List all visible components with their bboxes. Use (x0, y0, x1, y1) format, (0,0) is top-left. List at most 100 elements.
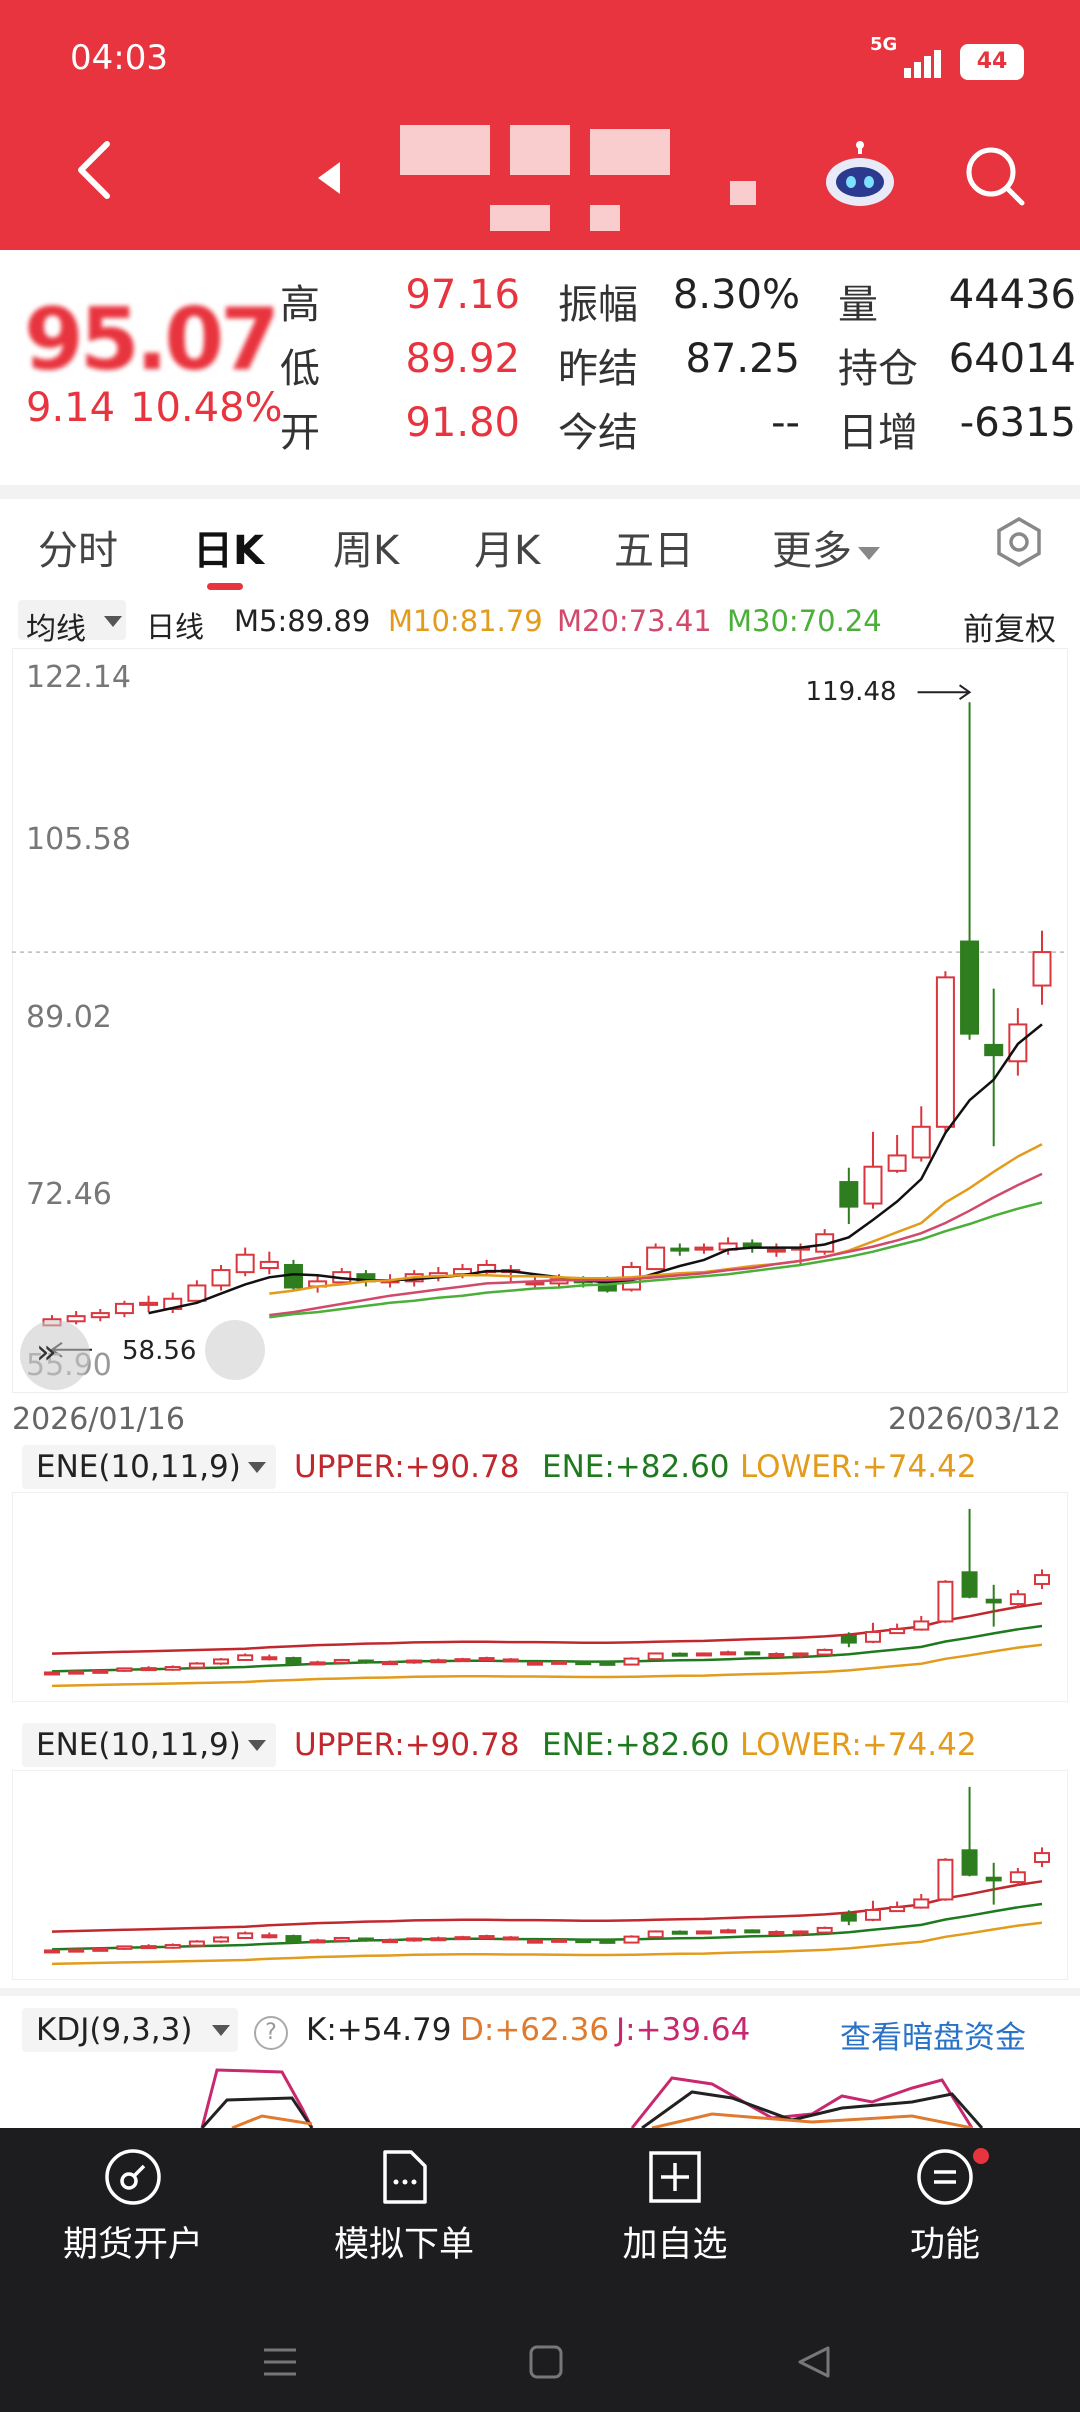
candle-body (792, 1652, 809, 1657)
candle (356, 1270, 376, 1287)
quote-value-prev-settle: 87.25 (685, 336, 800, 382)
candle (333, 1936, 350, 1942)
candle (744, 1929, 761, 1934)
candle-body (309, 1661, 326, 1666)
indicator-selector-button[interactable]: ENE(10,11,9) (22, 1723, 276, 1767)
quote-label-low: 低 (280, 346, 320, 392)
quote-value-open-interest: 64014 (948, 336, 1076, 382)
tab-five-day[interactable]: 五日 (614, 518, 694, 576)
candle-body (357, 1659, 374, 1664)
candle (526, 1939, 543, 1944)
nav-functions[interactable]: 功能 (845, 2148, 1045, 2267)
candle (66, 1311, 86, 1325)
candle (744, 1651, 761, 1656)
candle (985, 1584, 1002, 1627)
nav-add-watchlist[interactable]: 加自选 (575, 2148, 775, 2267)
prev-contract-arrow-icon[interactable] (318, 162, 340, 194)
quote-label-settle: 今结 (558, 410, 638, 456)
candle (68, 1670, 85, 1675)
candle-body (92, 1669, 109, 1674)
candle (671, 1652, 688, 1657)
candle-body (768, 1653, 785, 1657)
candle (478, 1656, 495, 1662)
candle-body (68, 1670, 85, 1675)
candle (92, 1669, 109, 1674)
back-nav-icon[interactable] (796, 2344, 832, 2380)
candle (935, 971, 955, 1132)
chart-corner-button[interactable] (205, 1320, 265, 1380)
candle-body (526, 1939, 543, 1944)
candle-body (357, 1937, 374, 1942)
candle-body (478, 1657, 495, 1662)
back-icon[interactable] (75, 140, 115, 200)
quote-value-open: 91.80 (405, 400, 520, 446)
dark-pool-funds-link[interactable]: 查看暗盘资金 (840, 2012, 1026, 2057)
ene-chart-2[interactable] (12, 1770, 1068, 1980)
indicator-selector-button[interactable]: KDJ(9,3,3) (22, 2008, 238, 2052)
tab-monthly-k[interactable]: 月K (474, 518, 540, 576)
candle-body (623, 1935, 640, 1944)
candle-body (840, 1635, 857, 1644)
candle-body (840, 1913, 857, 1922)
candle (670, 1243, 690, 1256)
system-nav-bar (0, 2300, 1080, 2412)
caret-down-icon (858, 546, 880, 560)
candle-body (1034, 1852, 1050, 1863)
signal-icon (884, 48, 944, 78)
candle-body (937, 1858, 954, 1901)
tab-weekly-k[interactable]: 周K (333, 518, 399, 576)
candle-body (1032, 951, 1052, 987)
candle-body (140, 1667, 157, 1672)
candle (887, 1134, 907, 1173)
settings-icon[interactable] (993, 516, 1045, 568)
candle-body (694, 1246, 714, 1251)
candle (647, 1652, 664, 1661)
candle (454, 1935, 471, 1941)
ma-legend-row: 均线 日线 M5:89.89 M10:81.79 M20:73.41 M30:7… (0, 600, 1080, 648)
candle (188, 1662, 205, 1669)
candle (768, 1652, 785, 1657)
recent-apps-icon[interactable] (262, 2344, 298, 2380)
candle (1008, 1008, 1028, 1076)
candle-body (985, 1876, 1002, 1882)
ene-chart-1[interactable] (12, 1492, 1068, 1702)
nav-futures-account[interactable]: 期货开户 (33, 2148, 233, 2267)
candle (213, 1936, 230, 1943)
candle-body (140, 1945, 157, 1950)
candle-body (839, 1181, 859, 1208)
candle (430, 1936, 447, 1942)
candle-body (237, 1932, 254, 1939)
candle-body (90, 1312, 110, 1319)
candle-body (235, 1253, 255, 1274)
candle (477, 1259, 497, 1277)
candle (551, 1660, 568, 1665)
nav-simulated-order[interactable]: 模拟下单 (304, 2148, 504, 2267)
quote-label-prev-settle: 昨结 (558, 346, 638, 392)
candle (285, 1934, 302, 1944)
expand-chart-button[interactable]: » (20, 1320, 90, 1390)
search-icon[interactable] (962, 143, 1026, 207)
candle (647, 1930, 664, 1939)
candle (599, 1661, 616, 1666)
notification-dot (973, 2148, 989, 2164)
caret-down-icon (104, 616, 122, 627)
adjust-mode-label[interactable]: 前复权 (963, 604, 1056, 649)
candle (863, 1131, 883, 1209)
battery-icon: 44 (960, 44, 1024, 80)
help-icon[interactable]: ? (254, 2016, 288, 2050)
plus-square-icon (649, 2151, 701, 2203)
candle (742, 1239, 762, 1253)
tab-more[interactable]: 更多 (772, 518, 880, 576)
tab-intraday[interactable]: 分时 (38, 518, 118, 576)
robot-assistant-icon[interactable] (822, 140, 898, 210)
ma-selector-button[interactable]: 均线 (18, 600, 126, 647)
candle-body (647, 1930, 664, 1939)
indicator-selector-button[interactable]: ENE(10,11,9) (22, 1445, 276, 1489)
candlestick-chart[interactable]: 119.48 58.56 (12, 648, 1068, 1393)
candle (646, 1243, 666, 1271)
tab-daily-k[interactable]: 日K (193, 518, 264, 576)
high-price-label: 119.48 (806, 677, 897, 707)
home-icon[interactable] (528, 2344, 564, 2380)
candle-body (695, 1930, 712, 1935)
candle-body (116, 1945, 133, 1950)
